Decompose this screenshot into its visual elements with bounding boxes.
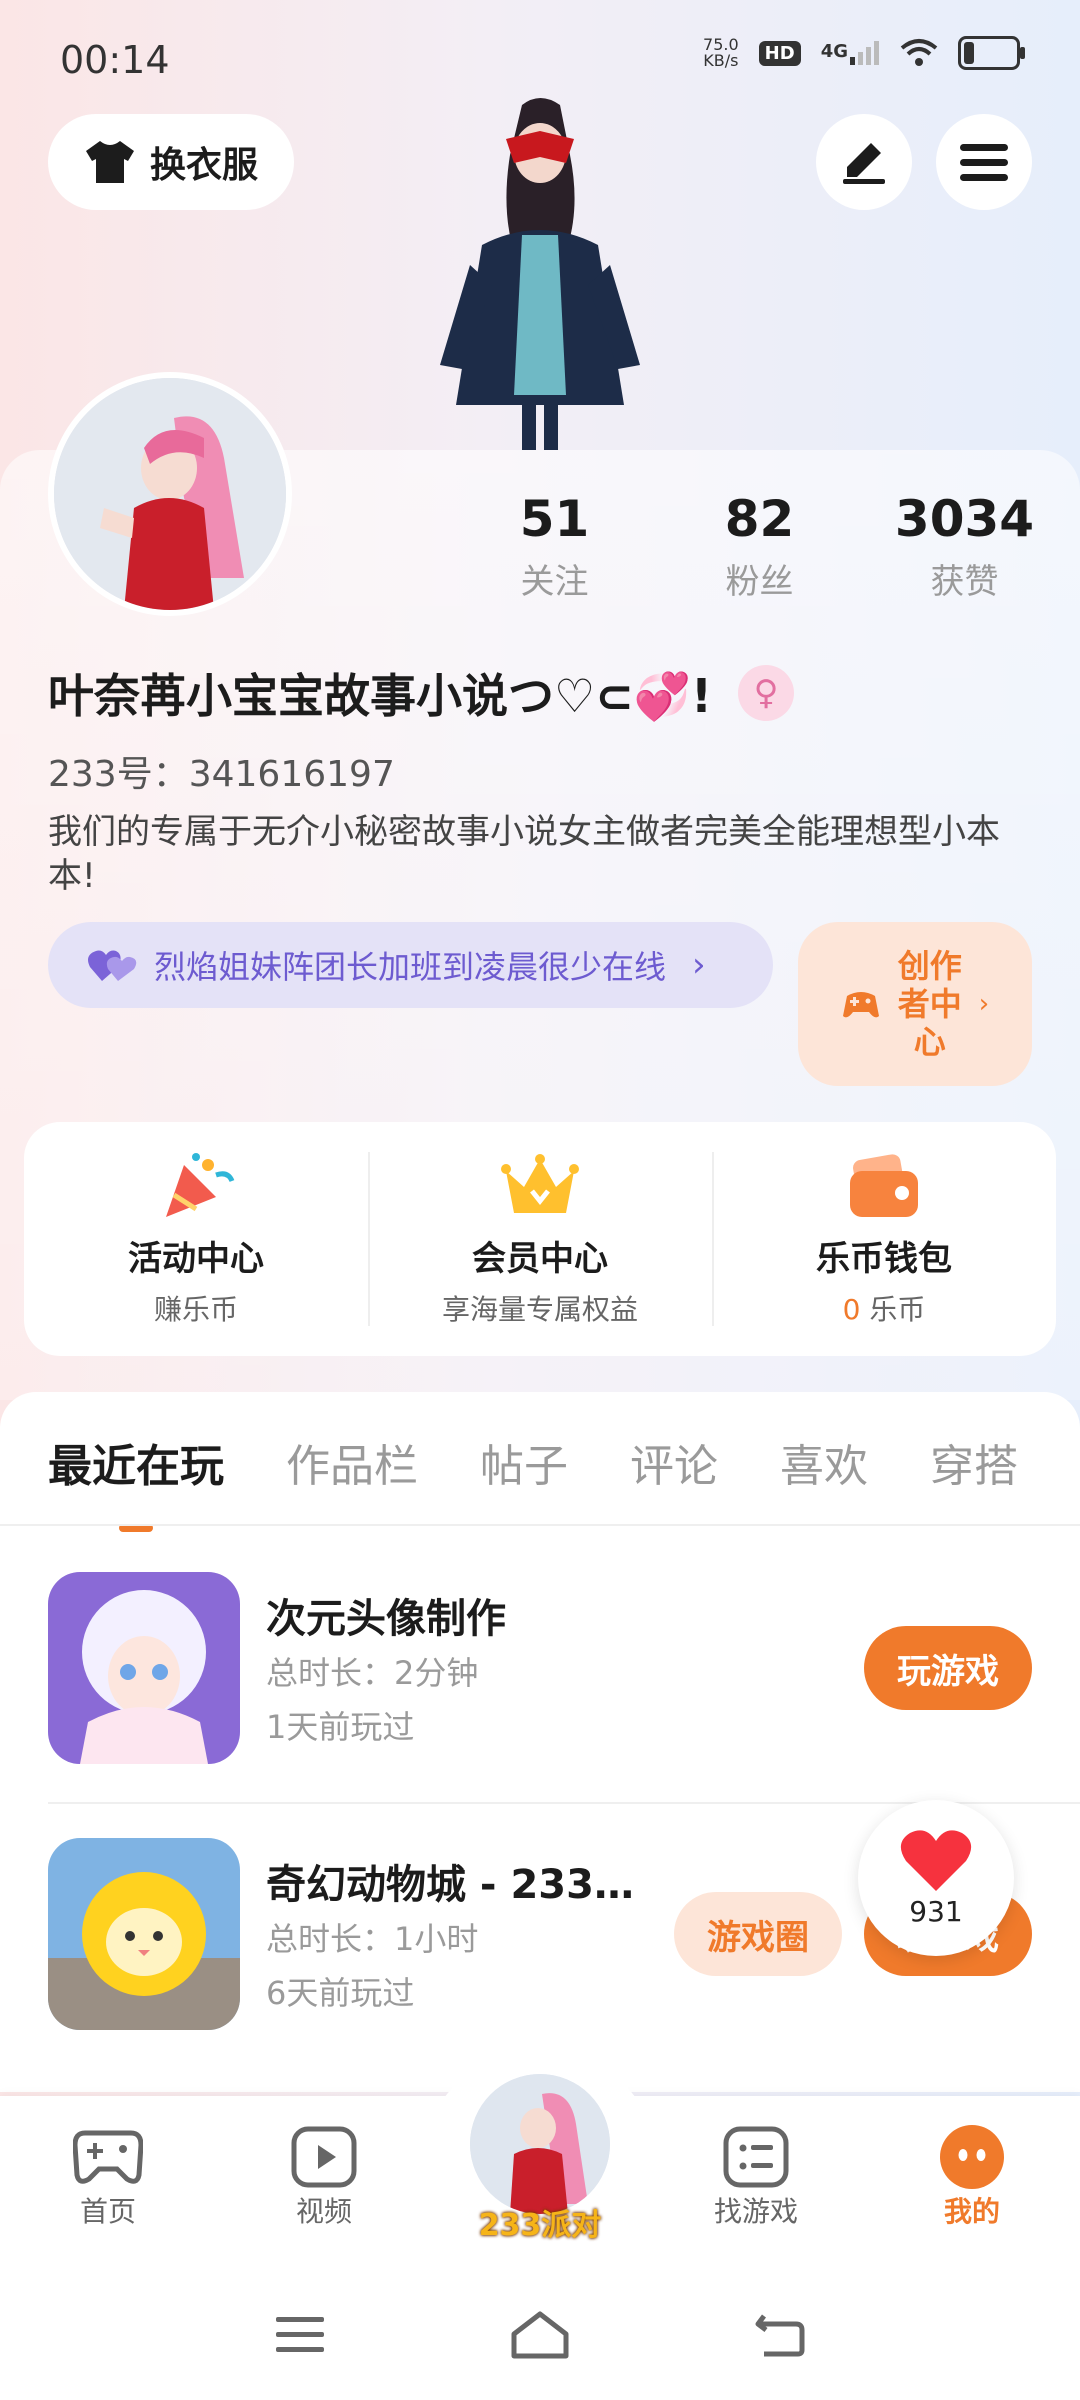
gamepad-icon [842, 992, 879, 1018]
play-game-button[interactable]: 玩游戏 [864, 1626, 1032, 1710]
party-avatar-button[interactable] [470, 2074, 610, 2214]
nav-video[interactable]: 视频 [244, 2124, 404, 2230]
game-duration: 总时长：2分钟 [266, 1654, 479, 1692]
tab-posts[interactable]: 帖子 [480, 1430, 568, 1494]
creator-center-button[interactable]: 创作者中心 › [798, 922, 1032, 1086]
home-icon[interactable] [500, 2300, 580, 2370]
wifi-icon [900, 39, 938, 66]
back-icon[interactable] [740, 2300, 820, 2370]
profile-tabs: 最近在玩 作品栏 帖子 评论 喜欢 穿搭 [48, 1430, 1018, 1532]
game-name: 奇幻动物城 - 233… [266, 1862, 634, 1908]
nav-party-label[interactable]: 233派对 [470, 2200, 610, 2244]
menu-button[interactable] [936, 114, 1032, 210]
crown-icon [501, 1153, 579, 1213]
list-icon [721, 2124, 791, 2190]
bio: 我们的专属于无介小秘密故事小说女主做者完美全能理想型小本本! [48, 812, 1000, 896]
wallet-icon [850, 1153, 918, 1217]
battery-icon [958, 36, 1025, 70]
pencil-icon [843, 143, 885, 184]
profile-stats: 51 关注 82 粉丝 3034 获赞 [452, 490, 1067, 603]
hamburger-menu-icon [960, 144, 1008, 181]
game-duration: 总时长：1小时 [266, 1920, 479, 1958]
signal-icon: 4G [821, 41, 880, 65]
heart-icon [900, 1829, 972, 1891]
stat-likes[interactable]: 3034 获赞 [862, 490, 1067, 603]
stat-following[interactable]: 51 关注 [452, 490, 657, 603]
party-popper-icon [166, 1152, 235, 1217]
tab-outfits[interactable]: 穿搭 [930, 1430, 1018, 1494]
recent-apps-icon[interactable] [260, 2300, 340, 2370]
status-time: 00:14 [60, 38, 170, 82]
gamepad-icon [73, 2124, 143, 2190]
game-last-played: 1天前玩过 [266, 1708, 415, 1746]
divider [0, 1524, 1080, 1526]
tab-works[interactable]: 作品栏 [286, 1430, 418, 1494]
nickname-row: 叶奈苒小宝宝故事小说つ♡⊂💞! ♀ [48, 660, 795, 726]
chevron-right-icon: › [692, 945, 706, 985]
status-icons: 75.0 KB/s HD 4G [703, 35, 1025, 70]
tab-likes[interactable]: 喜欢 [780, 1430, 868, 1494]
game-name: 次元头像制作 [266, 1596, 506, 1642]
chevron-right-icon: › [978, 989, 990, 1019]
nav-home[interactable]: 首页 [28, 2124, 188, 2230]
tshirt-icon [85, 141, 134, 183]
avatar[interactable] [48, 372, 292, 616]
guild-tag[interactable]: 烈焰姐妹阵团长加班到凌晨很少在线 › [48, 922, 773, 1008]
nav-find-games[interactable]: 找游戏 [676, 2124, 836, 2230]
list-item[interactable]: 次元头像制作 总时长：2分钟 1天前玩过 玩游戏 [48, 1572, 1032, 1768]
user-id[interactable]: 233号：341616197 [48, 745, 395, 797]
nav-me[interactable]: 我的 [892, 2124, 1052, 2230]
like-floating-button[interactable]: 931 [858, 1800, 1014, 1956]
avatar-character-image[interactable] [410, 95, 670, 450]
nickname: 叶奈苒小宝宝故事小说つ♡⊂💞! [48, 669, 713, 723]
vip-center[interactable]: 会员中心 享海量专属权益 [368, 1122, 712, 1356]
hd-badge: HD [758, 40, 801, 66]
game-circle-button[interactable]: 游戏圈 [674, 1892, 842, 1976]
coin-wallet[interactable]: 乐币钱包 0 乐币 [712, 1122, 1056, 1356]
game-icon[interactable] [48, 1838, 240, 2030]
face-icon [937, 2124, 1007, 2190]
female-gender-icon: ♀ [738, 665, 795, 721]
change-outfit-button[interactable]: 换衣服 [48, 114, 294, 210]
like-count: 931 [909, 1894, 963, 1928]
stat-followers[interactable]: 82 粉丝 [657, 490, 862, 603]
net-speed: 75.0 KB/s [703, 35, 739, 70]
game-last-played: 6天前玩过 [266, 1974, 415, 2012]
game-icon[interactable] [48, 1572, 240, 1764]
activity-center[interactable]: 活动中心 赚乐币 [24, 1122, 368, 1356]
feature-shortcuts: 活动中心 赚乐币 会员中心 享海量专属权益 乐币钱包 0 乐币 [24, 1122, 1056, 1356]
tab-comments[interactable]: 评论 [630, 1430, 718, 1494]
tab-recently-played[interactable]: 最近在玩 [48, 1430, 224, 1532]
play-video-icon [289, 2124, 359, 2190]
double-heart-icon [88, 950, 137, 981]
edit-profile-button[interactable] [816, 114, 912, 210]
